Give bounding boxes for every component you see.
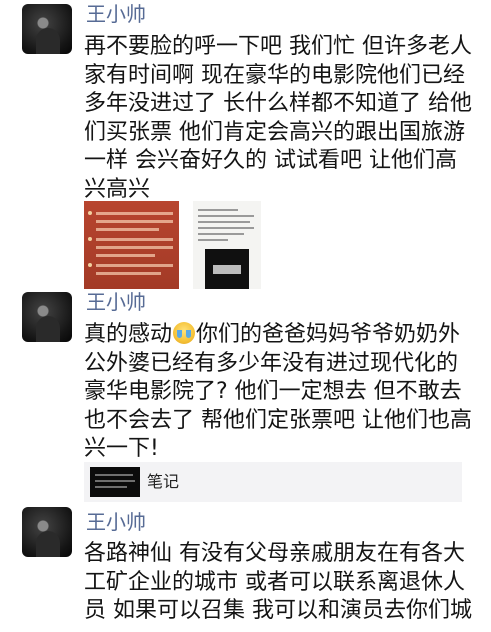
crying-laughing-emoji-icon xyxy=(173,322,196,344)
post-text-line: 员 如果可以召集 我可以和演员去你们城 xyxy=(84,598,472,623)
post-body-text: 各路神仙 有没有父母亲戚朋友在有各大 工矿企业的城市 或者可以联系离退休人 员 … xyxy=(84,540,474,626)
username-link[interactable]: 王小帅 xyxy=(86,290,146,314)
user-avatar[interactable] xyxy=(22,292,72,342)
post-body-text: 真的感动 你们的爸爸妈妈爷爷奶奶外 公外婆已经有多少年没有进过现代化的 豪华电影院… xyxy=(84,321,474,464)
post-body-text: 再不要脸的呼一下吧 我们忙 但许多老人 家有时间啊 现在豪华的电影院他们已经 多… xyxy=(84,33,474,204)
post-image-red-announcement[interactable] xyxy=(84,201,179,289)
post-text-line: 兴一下! xyxy=(84,436,159,461)
post-text-line: 多年没进过了 长什么样都不知道了 给他 xyxy=(84,91,472,116)
user-avatar[interactable] xyxy=(22,507,72,557)
post-text-line: 也不会去了 帮他们定张票吧 让他们也高 xyxy=(84,407,472,433)
username-link[interactable]: 王小帅 xyxy=(86,2,146,26)
note-thumbnail xyxy=(90,467,140,497)
post-text-line: 家有时间啊 现在豪华的电影院他们已经 xyxy=(84,62,465,88)
post-text-fragment: 真的感动 xyxy=(84,322,173,347)
username-link[interactable]: 王小帅 xyxy=(86,510,146,534)
post-text-line: 豪华电影院了? 他们一定想去 但不敢去 xyxy=(84,379,462,404)
post-text-line: 再不要脸的呼一下吧 我们忙 但许多老人 xyxy=(84,34,472,59)
post-text-line: 公外婆已经有多少年没有进过现代化的 xyxy=(84,350,459,376)
post-text-fragment: 你们的爸爸妈妈爷爷奶奶外 xyxy=(196,322,461,347)
post-text-line: 各路神仙 有没有父母亲戚朋友在有各大 xyxy=(84,541,465,566)
post-text-line: 们买张票 他们肯定会高兴的跟出国旅游 xyxy=(84,119,465,145)
post-text-line: 工矿企业的城市 或者可以联系离退休人 xyxy=(84,569,465,595)
post-text-line: 兴高兴 xyxy=(84,176,151,202)
post-image-document[interactable] xyxy=(193,201,261,289)
note-label: 笔记 xyxy=(147,472,180,491)
post-text-line: 一样 会兴奋好久的 试试看吧 让他们高 xyxy=(84,148,457,173)
user-avatar[interactable] xyxy=(22,4,72,54)
note-link-card[interactable]: 笔记 xyxy=(84,462,462,502)
post-text-line: 真的感动 你们的爸爸妈妈爷爷奶奶外 xyxy=(84,321,474,350)
